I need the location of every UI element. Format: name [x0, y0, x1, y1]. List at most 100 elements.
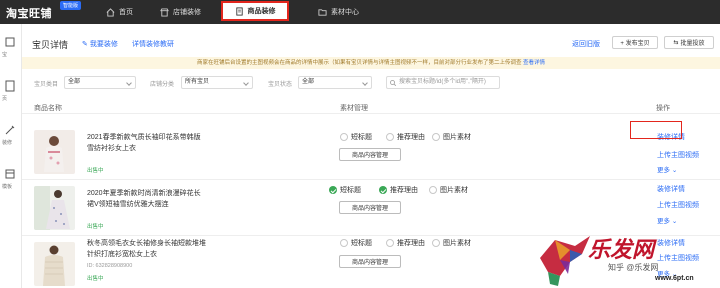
left-rail: 宝 页 装修 模板 [0, 24, 22, 288]
folder-icon [318, 8, 327, 16]
edit-icon: ✎ [82, 41, 88, 48]
option-reason-label: 推荐理由 [397, 134, 425, 141]
upload-video-link[interactable]: 上传主图视频 [657, 200, 699, 210]
option-reason[interactable]: 推荐理由 [386, 238, 425, 248]
watermark-url: www.6pt.cn [655, 275, 694, 282]
radio-icon [429, 186, 437, 194]
product-title[interactable]: 秋冬高领毛衣女长袖修身长袖短款堆堆针织打底衫宽松女上衣 [87, 238, 207, 260]
chevron-down-icon: ⌄ [671, 167, 678, 174]
rail-label-page: 页 [2, 96, 8, 102]
home-icon [106, 7, 115, 17]
option-short-title[interactable]: 短标题 [340, 132, 372, 142]
column-ops: 操作 [656, 105, 670, 112]
publish-product-button[interactable]: + 发布宝贝 [612, 36, 658, 49]
chevron-down-icon: ⌄ [671, 218, 678, 225]
nav-product-label: 商品装修 [247, 8, 276, 15]
logo[interactable]: 淘宝旺铺 [6, 5, 52, 21]
filter-status-label: 宝贝状态 [268, 82, 293, 88]
filter-category-select[interactable]: 所有宝贝 [181, 76, 253, 89]
check-icon [379, 186, 387, 194]
product-icon[interactable] [4, 36, 16, 48]
content-manage-button[interactable]: 商品内容管理 [339, 255, 401, 268]
status-badge: 出售中 [87, 276, 104, 282]
nav-store-decor[interactable]: 店铺装修 [160, 7, 201, 17]
watermark-brand: 乐发网 [588, 237, 655, 262]
more-label: 更多 [657, 218, 670, 225]
page-icon[interactable] [4, 80, 16, 92]
column-material: 素材管理 [340, 105, 368, 112]
option-short-title-label: 短标题 [351, 240, 372, 247]
option-reason[interactable]: 推荐理由 [379, 185, 418, 195]
nav-home[interactable]: 首页 [106, 7, 133, 17]
nav-store-label: 店铺装修 [173, 9, 201, 16]
batch-label: 批量投放 [680, 41, 705, 47]
nav-material-center[interactable]: 素材中心 [318, 7, 359, 17]
table-header: 商品名称 素材管理 操作 [22, 98, 720, 114]
option-image-material[interactable]: 图片素材 [432, 238, 471, 248]
search-placeholder: 搜索宝贝标题/id(多个id用","隔开) [399, 79, 486, 85]
product-thumbnail[interactable] [34, 130, 75, 174]
table-row: 2021春季新款气质长袖印花系带韩版雪纺衬衫女上衣 出售中 短标题 推荐理由 图… [22, 124, 720, 180]
my-decor-label: 我要装修 [89, 41, 118, 48]
option-image-label: 图片素材 [443, 240, 471, 247]
option-image-label: 图片素材 [443, 134, 471, 141]
radio-icon [432, 239, 440, 247]
radio-icon [340, 239, 348, 247]
top-navigation-bar: 淘宝旺铺 智能版 首页 店铺装修 商品装修 素材中心 [0, 0, 720, 24]
check-icon [329, 186, 337, 194]
filter-status-select[interactable]: 全部 [298, 76, 372, 89]
product-title[interactable]: 2020年夏季新款时尚清新浪漫碎花长裙V领短袖雪纺优雅大摆连 [87, 188, 207, 210]
notice-link[interactable]: 查看详情 [523, 60, 545, 66]
back-to-old-link[interactable]: 返回旧版 [572, 39, 600, 49]
option-image-material[interactable]: 图片素材 [429, 185, 468, 195]
option-reason-label: 推荐理由 [397, 240, 425, 247]
highlight-box [630, 121, 682, 139]
filter-category-label: 店铺分类 [150, 82, 175, 88]
option-image-label: 图片素材 [440, 187, 468, 194]
product-title[interactable]: 2021春季新款气质长袖印花系带韩版雪纺衬衫女上衣 [87, 132, 207, 154]
product-id: ID: 632828908900 [87, 263, 133, 269]
status-badge: 出售中 [87, 224, 104, 230]
template-icon[interactable] [4, 168, 16, 180]
radio-icon [386, 239, 394, 247]
document-icon [235, 6, 243, 16]
option-short-title-label: 短标题 [351, 134, 372, 141]
rail-label-decor: 装修 [2, 140, 13, 146]
decor-tutorial-link[interactable]: 详情装修教研 [132, 39, 174, 49]
nav-home-label: 首页 [119, 9, 133, 16]
content-manage-button[interactable]: 商品内容管理 [339, 148, 401, 161]
content-manage-button[interactable]: 商品内容管理 [339, 201, 401, 214]
page-title: 宝贝详情 [32, 40, 69, 50]
upload-video-link[interactable]: 上传主图视频 [657, 150, 699, 160]
notice-bar: 商家在旺铺后台设置的主图视频会在商品的详情中展示（如果有宝贝详情与详情主图视频不… [22, 57, 720, 69]
column-product-name: 商品名称 [34, 105, 62, 112]
nav-product-decor[interactable]: 商品装修 [221, 1, 289, 21]
filter-type-label: 宝贝类目 [34, 82, 59, 88]
search-icon [390, 80, 396, 86]
notice-text: 商家在旺铺后台设置的主图视频会在商品的详情中展示（如果有宝贝详情与详情主图视频不… [196, 60, 522, 66]
status-badge: 出售中 [87, 168, 104, 174]
brush-icon[interactable] [4, 124, 16, 136]
option-image-material[interactable]: 图片素材 [432, 132, 471, 142]
radio-icon [386, 133, 394, 141]
radio-icon [340, 133, 348, 141]
edition-badge: 智能版 [60, 1, 82, 10]
edit-detail-link[interactable]: 装修详情 [657, 184, 685, 194]
store-icon [160, 7, 169, 17]
option-reason-label: 推荐理由 [390, 187, 418, 194]
filter-type-select[interactable]: 全部 [64, 76, 136, 89]
option-reason[interactable]: 推荐理由 [386, 132, 425, 142]
batch-deliver-button[interactable]: ⇆ 批量投放 [664, 36, 714, 49]
product-thumbnail[interactable] [34, 242, 75, 286]
rail-label-product: 宝 [2, 52, 8, 58]
option-short-title[interactable]: 短标题 [329, 185, 361, 195]
option-short-title[interactable]: 短标题 [340, 238, 372, 248]
my-decor-link[interactable]: ✎ 我要装修 [82, 39, 118, 49]
more-menu[interactable]: 更多 ⌄ [657, 215, 677, 225]
batch-icon: ⇆ [673, 40, 679, 46]
radio-icon [432, 133, 440, 141]
search-input[interactable]: 搜索宝贝标题/id(多个id用","隔开) [386, 76, 500, 89]
more-label: 更多 [657, 167, 670, 174]
more-menu[interactable]: 更多 ⌄ [657, 164, 677, 174]
product-thumbnail[interactable] [34, 186, 75, 230]
